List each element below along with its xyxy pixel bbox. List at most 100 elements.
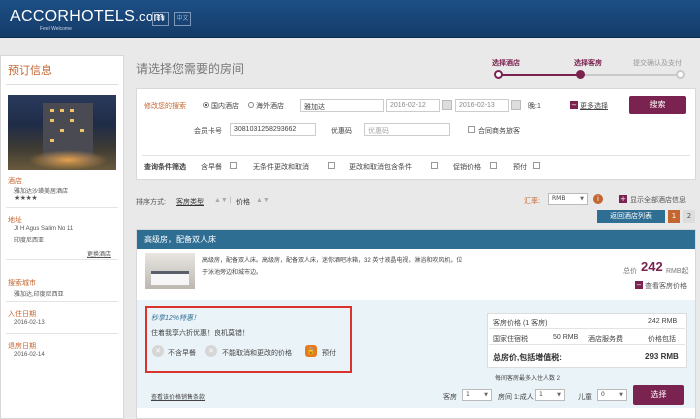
sort-arrows-icon[interactable]: ▲▼ <box>256 197 270 204</box>
max-occupancy-text: 每间客房最多入住人数 2 <box>495 376 561 382</box>
total-price-label: 总价 <box>623 268 637 275</box>
hotel-photo <box>8 95 116 170</box>
room-price-value: 242 RMB <box>648 318 678 325</box>
step-1-dot <box>494 70 503 79</box>
page-title: 请选择您需要的房间 <box>136 62 245 76</box>
filter-prepay-checkbox[interactable] <box>533 162 540 169</box>
minus-icon[interactable]: − <box>635 281 643 289</box>
minus-icon[interactable]: − <box>570 101 578 109</box>
children-label: 儿童 <box>578 394 592 401</box>
total-incl-value: 293 RMB <box>645 352 679 361</box>
sidebar-divider <box>6 333 118 334</box>
info-icon[interactable]: i <box>593 194 603 204</box>
destination-input[interactable]: 雅加达 <box>300 99 384 112</box>
children-select[interactable]: 0 ▼ <box>597 389 627 401</box>
rooms-label: 客房 <box>443 394 457 401</box>
room-title: 高级房，配备双人床 <box>137 230 695 249</box>
feature-no-breakfast: 不含早餐 <box>168 350 196 357</box>
currency-select[interactable]: RMB ▼ <box>548 193 588 205</box>
checkin-label: 入住日期 <box>8 311 36 318</box>
sidebar-divider <box>6 84 118 85</box>
city-value: 雅加达,印度尼西亚 <box>14 292 64 298</box>
corporate-label: 合同商务旅客 <box>478 128 520 135</box>
tax-label: 国家住宿税 <box>493 336 528 343</box>
member-card-input[interactable]: 3081031258293662 <box>230 123 316 136</box>
filter-prepay-label: 预付 <box>513 164 527 171</box>
nights-label: 晚:1 <box>528 103 541 110</box>
promo-code-label: 优惠码 <box>331 128 352 135</box>
row-divider <box>489 328 685 329</box>
page-1-button[interactable]: 1 <box>668 210 680 223</box>
filter-promo-label: 促销价格 <box>453 164 481 171</box>
lang-en-button[interactable]: EN <box>152 12 169 26</box>
promo-code-input[interactable]: 优惠码 <box>364 123 450 136</box>
change-hotel-link[interactable]: 更换酒店 <box>87 249 111 258</box>
adults-value: 1 <box>539 391 543 398</box>
total-price-unit: RMB起 <box>666 268 689 275</box>
checkout-label: 退房日期 <box>8 343 36 350</box>
show-all-hotel-info-link[interactable]: 显示全部酒店信息 <box>630 195 686 205</box>
logo-tagline: Feel Welcome <box>40 26 72 32</box>
checkout-value: 2016-02-14 <box>14 352 45 358</box>
filter-divider <box>142 155 690 156</box>
checkout-date-input[interactable]: 2016-02-13 <box>455 99 509 112</box>
view-terms-link[interactable]: 查看该价格销售条款 <box>151 392 205 401</box>
calendar-icon[interactable] <box>511 100 521 110</box>
calendar-icon[interactable] <box>442 100 452 110</box>
room-photo[interactable] <box>145 253 195 289</box>
accorhotels-logo[interactable]: ACCORHOTELS.com <box>10 8 164 26</box>
logo-text: ACCORHOTELS <box>10 8 136 25</box>
filter-promo-checkbox[interactable] <box>490 162 497 169</box>
sidebar-divider <box>6 301 118 302</box>
no-cancel-icon: ✕ <box>205 345 217 357</box>
view-room-rates-link[interactable]: 查看客房价格 <box>645 281 687 291</box>
corporate-checkbox[interactable] <box>468 126 475 133</box>
sort-label: 排序方式: <box>136 199 166 206</box>
lang-cn-button[interactable]: 中文 <box>174 12 191 26</box>
filter-free-cancel-checkbox[interactable] <box>328 162 335 169</box>
adults-select[interactable]: 1 ▼ <box>535 389 565 401</box>
checkin-date-input[interactable]: 2016-02-12 <box>386 99 440 112</box>
modify-search-label: 修改您的搜索 <box>144 103 186 110</box>
sort-arrows-icon[interactable]: ▲▼ | <box>214 197 232 204</box>
room1-adults-label: 房间 1:成人 <box>498 394 534 401</box>
checkin-value: 2016-02-13 <box>14 320 45 326</box>
sidebar-divider <box>6 259 118 260</box>
back-to-list-button[interactable]: 返回酒店列表 <box>597 210 665 223</box>
row-divider <box>489 344 685 345</box>
no-breakfast-icon: ✕ <box>152 345 164 357</box>
step-2-dot <box>576 70 585 79</box>
feature-no-cancel: 不能取消和更改的价格 <box>222 350 292 357</box>
address-line2: 印度尼西亚 <box>14 238 45 244</box>
overseas-radio[interactable] <box>248 102 254 108</box>
filter-cond-cancel-label: 更改和取消包含条件 <box>349 164 412 171</box>
tax-value: 50 RMB <box>553 334 579 341</box>
filter-cond-cancel-checkbox[interactable] <box>431 162 438 169</box>
step-2-label: 选择客房 <box>574 60 602 67</box>
address-label: 地址 <box>8 217 22 224</box>
room-description-line2: 于泳池旁边和城市边。 <box>202 270 263 276</box>
plus-icon[interactable]: + <box>619 195 627 203</box>
exchange-rate-label: 汇率: <box>524 198 540 205</box>
filter-breakfast-checkbox[interactable] <box>230 162 237 169</box>
step-3-label: 提交确认及支付 <box>633 60 682 67</box>
search-button[interactable]: 搜索 <box>629 96 686 114</box>
select-room-button[interactable]: 选择 <box>633 385 684 405</box>
room-description-line1: 高级房，配备双人床。高级房，配备双人床，迷你酒吧冰箱，32 英寸液晶电视，淋浴和… <box>202 258 463 264</box>
page-2-button[interactable]: 2 <box>683 210 695 223</box>
currency-value: RMB <box>552 195 566 202</box>
filter-free-cancel-label: 无条件更改和取消 <box>253 164 309 171</box>
step-progress-pending <box>581 74 680 76</box>
sort-price[interactable]: 价格 <box>236 197 250 207</box>
domestic-radio[interactable] <box>203 102 209 108</box>
rooms-select[interactable]: 1 ▼ <box>462 389 492 401</box>
hotel-stars: ★★★★ <box>14 194 38 202</box>
domestic-label: 国内酒店 <box>211 103 239 110</box>
service-fee-value: 价格包括 <box>648 336 676 343</box>
overseas-label: 海外酒店 <box>256 103 284 110</box>
more-options-link[interactable]: 更多选择 <box>580 101 608 111</box>
promo-subtitle: 住着我享六折优惠！良机莫错！ <box>151 330 249 337</box>
service-fee-label: 酒店服务费 <box>588 336 623 343</box>
sort-room-type[interactable]: 客房类型 <box>176 197 204 207</box>
feature-prepay: 预付 <box>322 350 336 357</box>
